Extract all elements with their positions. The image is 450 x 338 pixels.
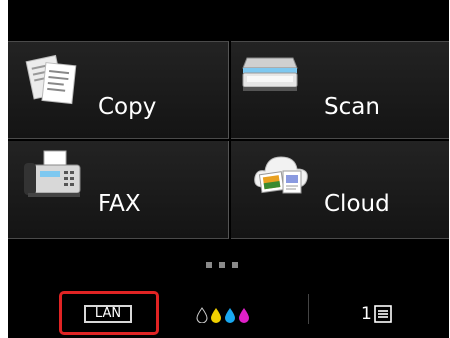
printer-touchscreen: Copy Scan FAX Cloud LAN 1 bbox=[8, 0, 449, 338]
jobs-count: 1 bbox=[361, 304, 372, 324]
copy-label: Copy bbox=[98, 94, 157, 120]
fax-label: FAX bbox=[98, 191, 141, 217]
page-dot bbox=[232, 262, 238, 268]
status-bar: LAN 1 bbox=[8, 282, 449, 338]
lan-button[interactable]: LAN bbox=[59, 291, 159, 335]
fax-machine-icon bbox=[22, 147, 84, 207]
page-dot bbox=[206, 262, 212, 268]
scan-label: Scan bbox=[324, 94, 380, 120]
cloud-icon bbox=[251, 147, 311, 207]
copy-tile[interactable]: Copy bbox=[8, 41, 229, 139]
job-list-icon bbox=[374, 305, 392, 327]
page-dot bbox=[219, 262, 225, 268]
scanner-icon bbox=[239, 48, 301, 108]
ink-level-icon[interactable] bbox=[196, 307, 266, 327]
page-indicator bbox=[206, 253, 245, 272]
home-menu-grid: Copy Scan FAX Cloud bbox=[8, 41, 449, 240]
lan-label: LAN bbox=[84, 305, 132, 323]
scan-tile[interactable]: Scan bbox=[231, 41, 449, 139]
cloud-label: Cloud bbox=[324, 191, 390, 217]
status-divider bbox=[308, 294, 309, 324]
copy-documents-icon bbox=[24, 50, 80, 110]
fax-tile[interactable]: FAX bbox=[8, 141, 229, 239]
cloud-tile[interactable]: Cloud bbox=[231, 141, 449, 239]
top-bar bbox=[8, 0, 449, 41]
